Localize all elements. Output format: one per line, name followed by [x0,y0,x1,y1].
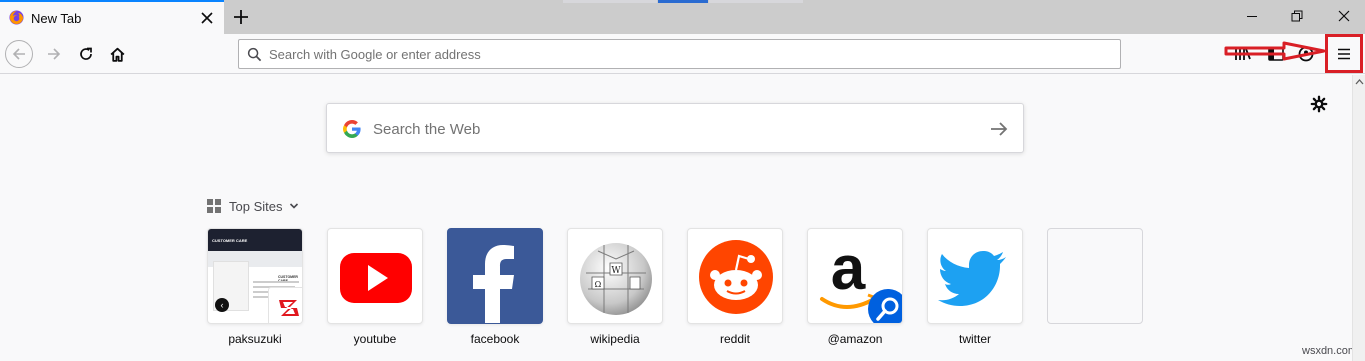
tile-label: @amazon [827,332,883,346]
suzuki-logo [268,287,302,323]
scroll-up-arrow-icon[interactable] [1355,78,1364,86]
chevron-down-icon [290,203,299,209]
tile-label: wikipedia [590,332,640,346]
svg-text:Ω: Ω [595,280,602,289]
navigation-toolbar [0,34,1365,74]
svg-text:a: a [831,234,866,303]
close-window-icon[interactable] [1336,8,1352,24]
top-site-tile[interactable]: a @amazon [807,228,903,346]
empty-top-site-slot[interactable] [1047,228,1143,324]
top-site-tile[interactable]: facebook [447,228,543,346]
vertical-scrollbar[interactable] [1352,75,1365,361]
home-button[interactable] [103,40,131,68]
drag-space-accent [658,0,708,3]
gear-icon[interactable] [1310,95,1328,113]
web-search-box[interactable] [326,103,1024,153]
chevron-left-icon: ‹ [215,298,229,312]
top-sites-header[interactable]: Top Sites [207,197,299,215]
address-input[interactable] [269,44,1109,64]
thumbnail-heading: CUSTOMER CARE [212,238,248,243]
close-tab-icon[interactable] [199,10,215,26]
top-site-tile[interactable]: twitter [927,228,1023,346]
youtube-logo [327,228,423,324]
drag-space [709,0,803,3]
forward-button[interactable] [40,40,68,68]
reload-icon [80,47,92,60]
red-arrow-annotation [1224,41,1326,61]
reddit-logo [687,228,783,324]
tile-label: paksuzuki [228,332,282,346]
tab-new-tab[interactable]: New Tab [0,0,224,34]
amazon-logo: a [807,228,903,324]
firefox-icon [9,10,24,25]
new-tab-page: Top Sites CUSTOMER CARE CUSTOMER CARE ‹ [0,75,1357,361]
facebook-logo [447,228,543,324]
top-site-tile[interactable]: reddit [687,228,783,346]
web-search-input[interactable] [373,118,973,140]
minimize-icon[interactable] [1244,8,1260,24]
address-bar[interactable] [238,39,1121,69]
watermark-text: wsxdn.com [1302,345,1358,357]
restore-icon[interactable] [1289,8,1305,24]
hamburger-menu-icon [1338,48,1350,59]
drag-space [563,0,657,3]
home-icon [110,47,124,62]
open-menu-button[interactable] [1325,34,1363,73]
twitter-bird [927,228,1023,324]
svg-text:W: W [611,266,621,276]
top-site-tile[interactable]: youtube [327,228,423,346]
empty-tile-placeholder [1047,228,1143,324]
tab-title: New Tab [31,11,82,26]
tile-label: facebook [470,332,520,346]
top-sites-label: Top Sites [229,198,283,214]
paksuzuki-screenshot: CUSTOMER CARE CUSTOMER CARE ‹ [207,228,303,324]
back-button[interactable] [5,40,33,68]
back-arrow-icon [12,48,25,60]
tab-strip: New Tab [0,0,1365,34]
search-icon [247,47,262,62]
new-tab-plus-icon[interactable] [230,6,252,28]
top-site-tile[interactable]: CUSTOMER CARE CUSTOMER CARE ‹ paksuzuki [207,228,303,346]
search-go-arrow-icon[interactable] [989,119,1009,139]
tile-label: twitter [958,332,991,346]
wikipedia-globe: W Ω [567,228,663,324]
grid-icon [207,199,221,213]
google-icon [343,120,361,138]
top-site-tile[interactable]: W Ω wikipedia [567,228,663,346]
forward-arrow-icon [48,48,61,60]
tile-label: reddit [719,332,751,346]
reload-button[interactable] [72,40,100,68]
tile-label: youtube [353,332,397,346]
